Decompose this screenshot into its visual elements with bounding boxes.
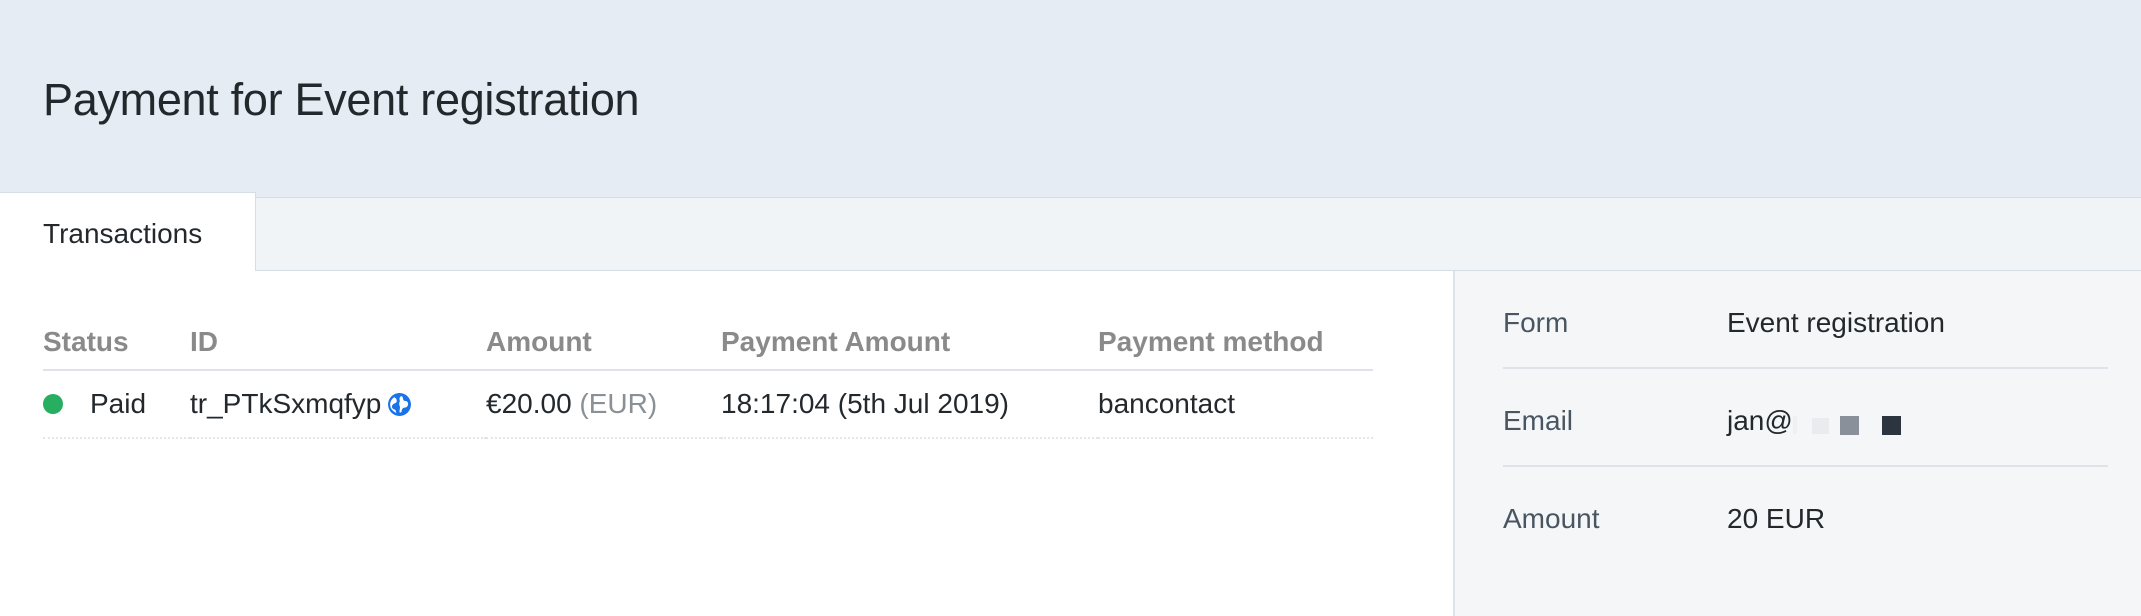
detail-row-form: Form Event registration (1503, 271, 2108, 369)
status-cell: Paid (43, 370, 190, 439)
detail-row-email: Email jan@ (1503, 369, 2108, 467)
status-text: Paid (90, 388, 147, 419)
detail-label-form: Form (1503, 307, 1569, 338)
column-header-amount[interactable]: Amount (486, 321, 721, 371)
page-title: Payment for Event registration (43, 74, 640, 125)
transaction-id: tr_PTkSxmqfyp (190, 388, 382, 419)
amount-cell: €20.00 (EUR) (486, 370, 721, 439)
redacted-block-3 (1840, 416, 1859, 435)
column-header-status[interactable]: Status (43, 321, 190, 371)
detail-label-amount: Amount (1503, 503, 1600, 534)
detail-value-form: Event registration (1727, 307, 1945, 338)
tab-transactions[interactable]: Transactions (0, 192, 256, 272)
detail-label-email: Email (1503, 405, 1574, 436)
amount-value: €20.00 (486, 388, 572, 419)
page-header: Payment for Event registration (0, 0, 2141, 197)
transactions-table: Status ID Amount Payment Amount Payment … (43, 321, 1373, 439)
column-header-payment-method[interactable]: Payment method (1098, 321, 1373, 371)
payment-amount-cell: 18:17:04 (5th Jul 2019) (721, 370, 1098, 439)
redacted-block-4 (1882, 416, 1901, 435)
column-header-payment-amount[interactable]: Payment Amount (721, 321, 1098, 371)
tab-transactions-label: Transactions (43, 218, 203, 249)
detail-row-amount: Amount 20 EUR (1503, 467, 2108, 565)
redacted-block-1 (1793, 416, 1797, 434)
status-dot-icon (43, 393, 63, 414)
table-header-row: Status ID Amount Payment Amount Payment … (43, 321, 1373, 371)
amount-currency: (EUR) (579, 388, 658, 419)
redacted-block-2 (1812, 418, 1829, 434)
detail-value-email: jan@ (1727, 405, 1793, 436)
tab-bar: Transactions (0, 192, 2141, 272)
transactions-panel: Status ID Amount Payment Amount Payment … (0, 271, 1453, 616)
table-row[interactable]: Paid tr_PTkSxmqfyp €20.00 (EUR) 18:17:04 (43, 370, 1373, 439)
column-header-id[interactable]: ID (190, 321, 486, 371)
id-cell: tr_PTkSxmqfyp (190, 370, 486, 439)
globe-icon[interactable] (387, 392, 412, 417)
payment-method-cell: bancontact (1098, 370, 1373, 439)
details-sidebar: Form Event registration Email jan@ Amoun… (1453, 271, 2141, 616)
detail-value-amount: 20 EUR (1727, 503, 1826, 534)
payment-page: Payment for Event registration Transacti… (0, 0, 2141, 616)
